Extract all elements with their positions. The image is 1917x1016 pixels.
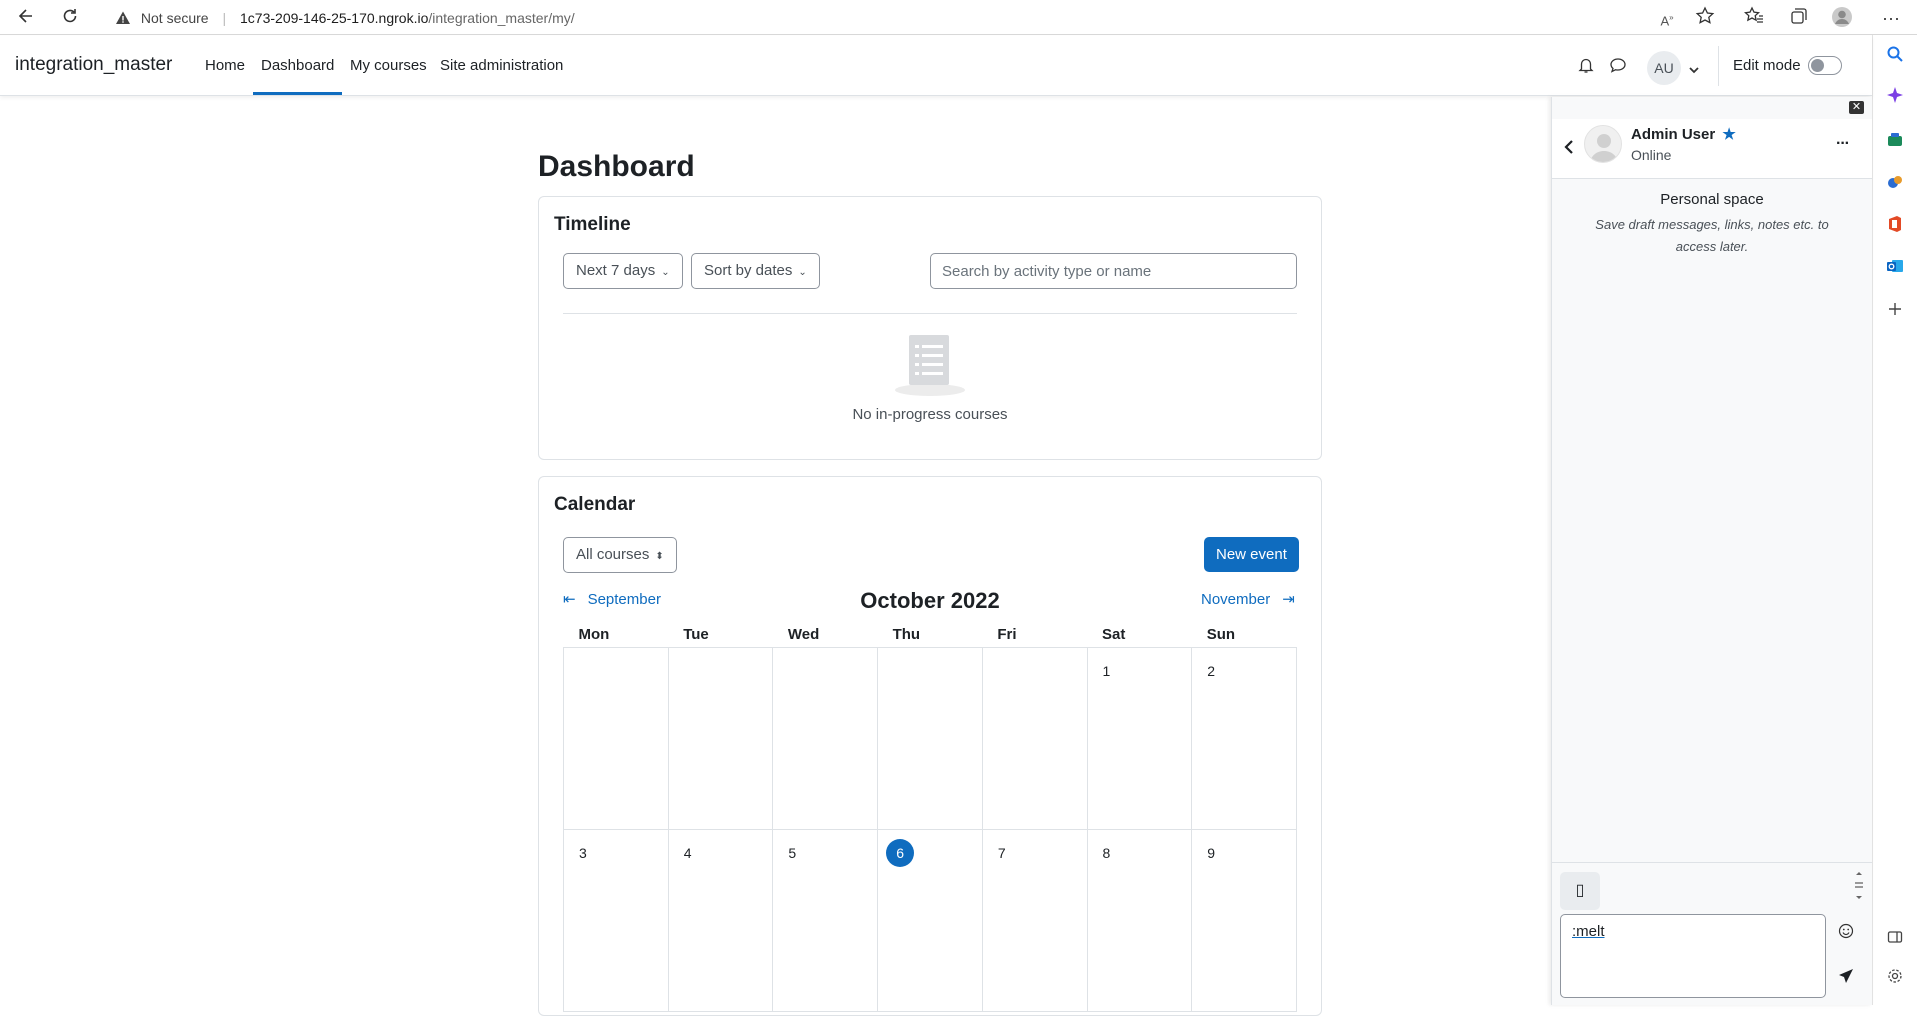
conversation-header: Admin User ★ Online ···	[1552, 119, 1872, 179]
calendar-day[interactable]: 8	[1086, 828, 1193, 1012]
conversation-user-name[interactable]: Admin User ★	[1631, 125, 1736, 143]
shopping-icon[interactable]	[1883, 130, 1907, 154]
arrow-right-icon: ⇥	[1282, 591, 1295, 608]
weekday-header: Fri	[982, 622, 1088, 648]
favorites-icon[interactable]	[1742, 6, 1766, 30]
calendar-day[interactable]: 1	[1086, 646, 1193, 830]
personal-space-title: Personal space	[1660, 191, 1764, 208]
timeline-sort-dropdown[interactable]: Sort by dates ⌄	[691, 253, 820, 289]
weekday-header: Wed	[772, 622, 878, 648]
edit-mode-toggle[interactable]	[1808, 56, 1842, 75]
tools-icon[interactable]	[1883, 173, 1907, 197]
send-icon[interactable]	[1836, 967, 1856, 987]
mobile-icon[interactable]: ▯	[1560, 872, 1600, 910]
collections-icon[interactable]	[1787, 6, 1811, 30]
close-icon[interactable]: ✕	[1849, 101, 1864, 114]
calendar-day-today[interactable]: 6	[877, 828, 983, 1012]
today-badge: 6	[886, 838, 915, 867]
more-options-icon[interactable]: ···	[1836, 135, 1850, 153]
not-secure-label: Not secure	[140, 10, 209, 26]
nav-dashboard[interactable]: Dashboard	[261, 57, 334, 74]
calendar-day[interactable]	[877, 646, 983, 830]
calendar-week: 1 2	[563, 646, 1297, 830]
weekday-header: Sat	[1087, 622, 1192, 648]
url-path: /integration_master/my/	[428, 10, 575, 26]
calendar-day[interactable]: 4	[667, 828, 774, 1012]
nav-my-courses[interactable]: My courses	[350, 57, 427, 74]
empty-list-icon	[893, 333, 967, 397]
star-icon: ★	[1722, 126, 1736, 143]
message-drawer: ✕ Admin User ★ Online ··· Personal space…	[1551, 97, 1872, 1005]
calendar-week: 3 4 5 6 7 8 9	[563, 828, 1297, 1012]
calendar-day[interactable]	[667, 646, 774, 830]
add-icon[interactable]	[1883, 301, 1907, 325]
timeline-search-input[interactable]	[930, 253, 1297, 289]
site-navbar: integration_master Home Dashboard My cou…	[0, 36, 1872, 96]
copilot-icon[interactable]	[1883, 86, 1907, 110]
weekday-header: Sun	[1191, 622, 1297, 648]
calendar-day[interactable]: 3	[563, 828, 669, 1012]
url-host: 1c73-209-146-25-170.ngrok.io	[240, 10, 429, 26]
sort-arrows-icon: ⬍	[655, 551, 664, 562]
chevron-down-icon: ⌄	[661, 267, 670, 278]
reload-icon[interactable]	[58, 6, 82, 30]
calendar-grid: Mon Tue Wed Thu Fri Sat Sun 1 2 3 4 5 6 …	[563, 622, 1297, 1012]
calendar-day[interactable]	[981, 646, 1088, 830]
active-nav-indicator	[253, 92, 342, 95]
avatar	[1584, 125, 1622, 163]
calendar-title: Calendar	[554, 494, 636, 515]
weekday-header: Thu	[877, 622, 983, 648]
new-event-button[interactable]: New event	[1204, 537, 1299, 572]
weekday-header: Mon	[563, 622, 669, 648]
emoji-icon[interactable]	[1836, 923, 1856, 943]
personal-space-description: Save draft messages, links, notes etc. t…	[1595, 217, 1829, 254]
back-icon[interactable]	[14, 6, 38, 30]
user-avatar[interactable]: AU	[1647, 51, 1681, 85]
calendar-day[interactable]: 7	[981, 828, 1088, 1012]
course-select[interactable]: All courses ⬍	[563, 537, 677, 573]
timeline-title: Timeline	[554, 214, 631, 235]
profile-icon[interactable]	[1830, 6, 1854, 30]
message-composer: ▯ :melt	[1552, 862, 1872, 1005]
bell-icon[interactable]	[1577, 56, 1595, 74]
browser-toolbar: Not secure | 1c73-209-146-25-170.ngrok.i…	[0, 0, 1917, 35]
chat-icon[interactable]	[1609, 56, 1627, 74]
scrollbar[interactable]	[1853, 868, 1865, 904]
calendar-day[interactable]: 5	[772, 828, 879, 1012]
edit-mode-label: Edit mode	[1733, 57, 1801, 74]
edge-sidebar	[1872, 35, 1917, 1005]
outlook-icon[interactable]	[1883, 257, 1907, 281]
address-bar[interactable]: Not secure | 1c73-209-146-25-170.ngrok.i…	[115, 7, 575, 29]
weekday-header: Tue	[668, 622, 773, 648]
user-status: Online	[1631, 147, 1672, 163]
settings-icon[interactable]	[1883, 968, 1907, 992]
page-title: Dashboard	[538, 150, 695, 183]
chevron-down-icon[interactable]	[1688, 62, 1700, 74]
read-aloud-icon[interactable]: A»	[1655, 6, 1679, 30]
calendar-day[interactable]	[772, 646, 879, 830]
nav-site-administration[interactable]: Site administration	[440, 57, 563, 74]
calendar-day[interactable]	[563, 646, 669, 830]
calendar-day[interactable]: 2	[1191, 646, 1297, 830]
warning-icon	[115, 10, 131, 32]
calendar-day[interactable]: 9	[1191, 828, 1297, 1012]
chevron-down-icon: ⌄	[798, 267, 807, 278]
more-menu-icon[interactable]: ···	[1879, 6, 1903, 30]
add-favorite-icon[interactable]	[1693, 6, 1717, 30]
office-icon[interactable]	[1883, 215, 1907, 239]
site-brand[interactable]: integration_master	[15, 54, 172, 76]
no-courses-message: No in-progress courses	[852, 406, 1008, 423]
month-title: October 2022	[860, 588, 1000, 613]
search-icon[interactable]	[1883, 45, 1907, 69]
back-arrow-icon[interactable]	[1562, 139, 1576, 155]
nav-home[interactable]: Home	[205, 57, 245, 74]
timeline-filter-dropdown[interactable]: Next 7 days ⌄	[563, 253, 683, 289]
next-month-link[interactable]: November ⇥	[1201, 590, 1295, 608]
message-input[interactable]: :melt	[1560, 914, 1826, 998]
split-screen-icon[interactable]	[1883, 929, 1907, 953]
